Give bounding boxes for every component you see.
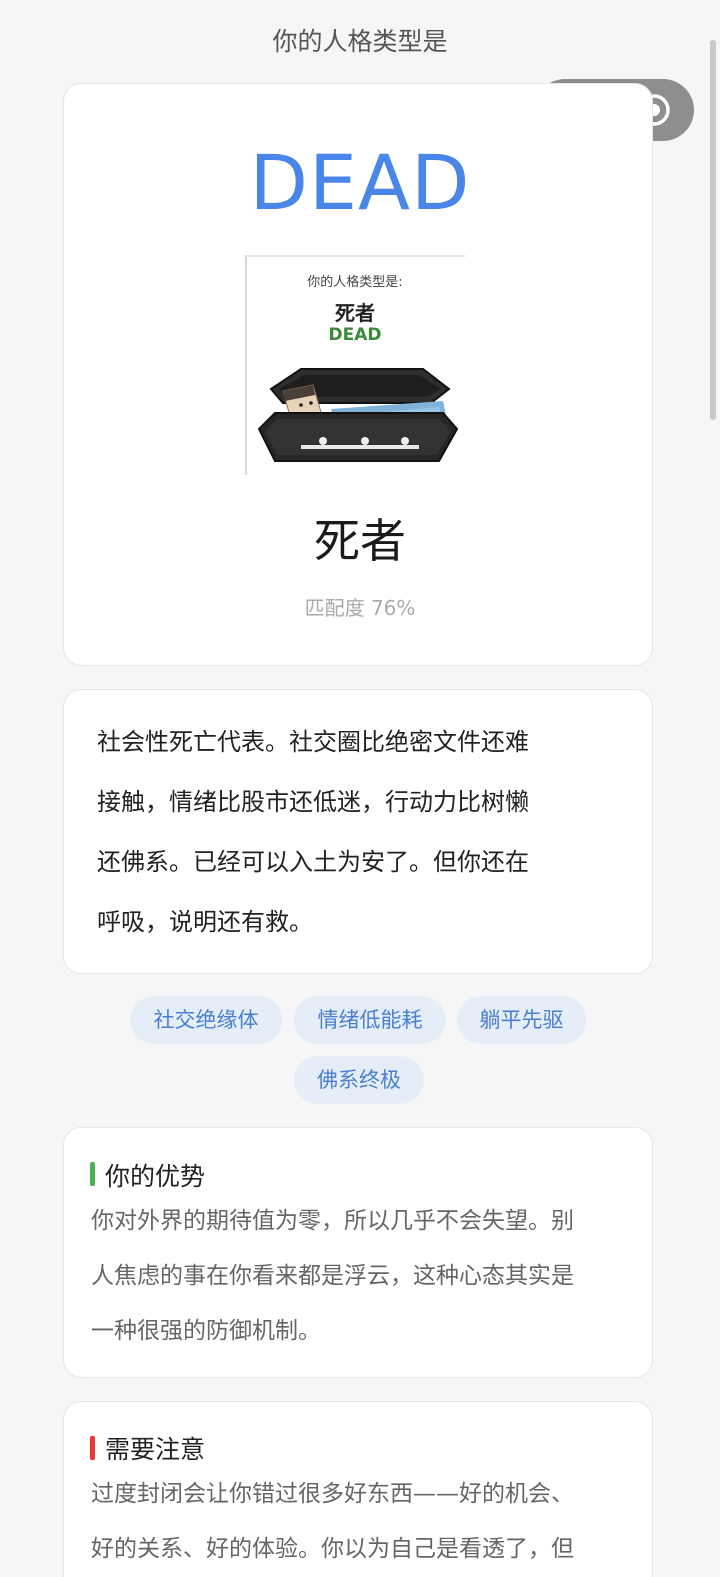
tag-social-insulator[interactable]: 社交绝缘体 — [130, 996, 282, 1044]
description-line: 呼吸，说明还有救。 — [97, 908, 313, 936]
result-page: 你的人格类型是 DEAD 你的人格类型是: 死者 DEAD 死者 匹配度 76%… — [0, 0, 720, 1577]
personality-code: DEAD — [249, 138, 471, 227]
coffin-illustration — [257, 368, 459, 462]
caution-line: 好的关系、好的体验。你以为自己是看透了，但 — [91, 1536, 574, 1562]
description-text: 社会性死亡代表。社交圈比绝密文件还难 接触，情绪比股市还低迷，行动力比树懒 还佛… — [97, 712, 617, 952]
tag-lying-flat[interactable]: 躺平先驱 — [457, 996, 586, 1044]
strengths-line: 人焦虑的事在你看来都是浮云，这种心态其实是 — [91, 1263, 574, 1289]
tag-ultimate-zen[interactable]: 佛系终极 — [294, 1056, 424, 1104]
caution-line: 过度封闭会让你错过很多好东西——好的机会、 — [91, 1481, 574, 1507]
caution-title: 需要注意 — [105, 1435, 206, 1464]
result-meme-image: 你的人格类型是: 死者 DEAD — [245, 255, 465, 475]
strengths-title: 你的优势 — [105, 1162, 206, 1191]
match-score: 匹配度 76% — [304, 596, 416, 620]
meme-name: 死者 — [335, 301, 375, 325]
description-line: 社会性死亡代表。社交圈比绝密文件还难 — [97, 728, 529, 756]
caution-accent-bar — [90, 1436, 95, 1460]
tag-low-emotion[interactable]: 情绪低能耗 — [294, 996, 446, 1044]
personality-name: 死者 — [314, 514, 406, 568]
scrollbar[interactable] — [710, 40, 716, 420]
page-title: 你的人格类型是 — [272, 27, 448, 56]
strengths-accent-bar — [90, 1162, 95, 1186]
strengths-line: 你对外界的期待值为零，所以几乎不会失望。别 — [91, 1208, 574, 1234]
meme-heading: 你的人格类型是: — [307, 275, 403, 290]
description-line: 还佛系。已经可以入土为安了。但你还在 — [97, 848, 529, 876]
description-line: 接触，情绪比股市还低迷，行动力比树懒 — [97, 788, 529, 816]
caution-text: 过度封闭会让你错过很多好东西——好的机会、 好的关系、好的体验。你以为自己是看透… — [91, 1467, 621, 1577]
strengths-line: 一种很强的防御机制。 — [91, 1318, 321, 1344]
strengths-text: 你对外界的期待值为零，所以几乎不会失望。别 人焦虑的事在你看来都是浮云，这种心态… — [91, 1194, 621, 1359]
meme-code: DEAD — [328, 325, 382, 345]
